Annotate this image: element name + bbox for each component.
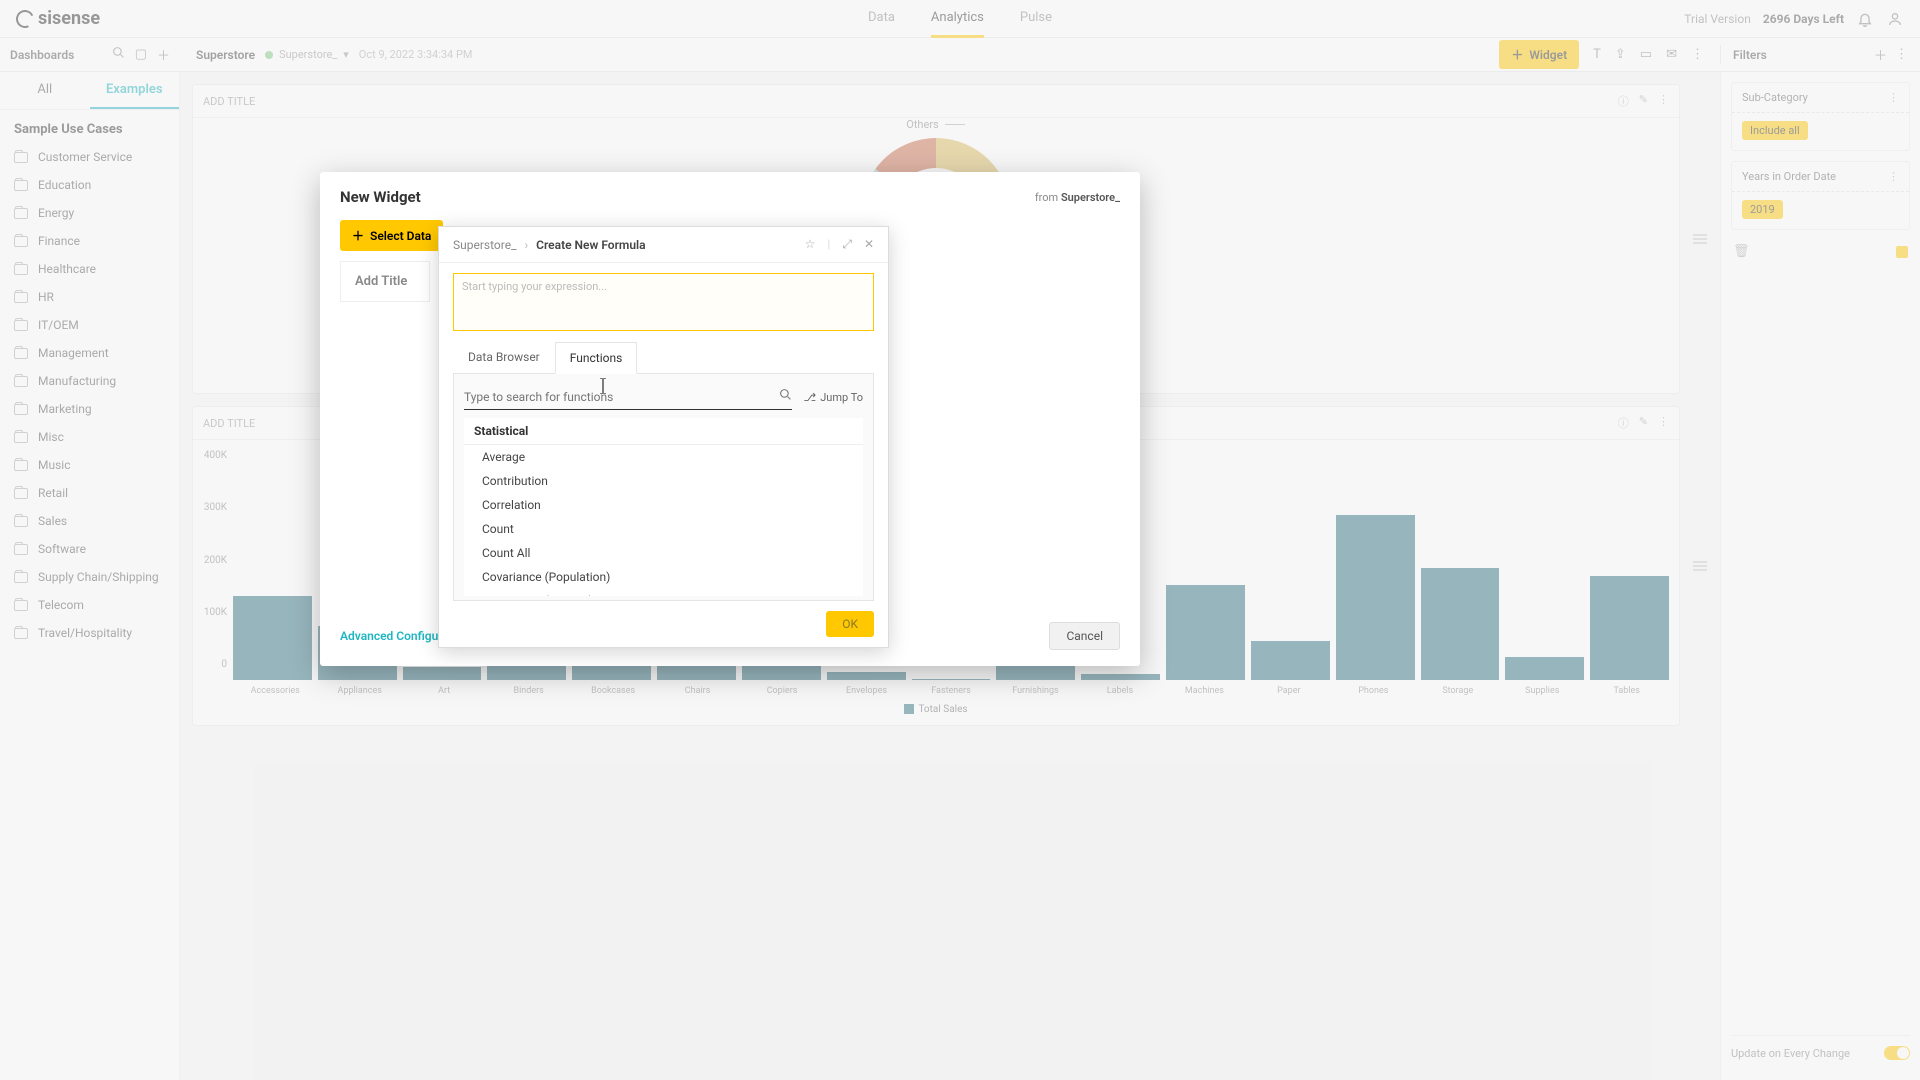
select-data-label: Select Data	[370, 229, 431, 243]
jump-to-button[interactable]: ⎇Jump To	[804, 391, 863, 404]
search-icon	[779, 388, 792, 405]
function-item[interactable]: Correlation	[464, 493, 863, 517]
expand-icon[interactable]: ⤢	[842, 237, 852, 252]
star-icon[interactable]: ☆	[805, 237, 816, 252]
chevron-right-icon: ›	[525, 238, 529, 252]
close-icon[interactable]: ✕	[864, 237, 874, 252]
function-search[interactable]	[464, 384, 792, 410]
text-cursor	[598, 378, 600, 392]
widget-title-input[interactable]: Add Title	[340, 261, 430, 302]
function-category: Statistical	[464, 418, 863, 445]
function-item[interactable]: Count All	[464, 541, 863, 565]
plus-icon: ＋	[352, 227, 364, 244]
modal-title: New Widget	[340, 188, 421, 206]
breadcrumb-current: Create New Formula	[536, 238, 645, 252]
function-item[interactable]: Covariance (Sample)	[464, 589, 863, 596]
expression-input[interactable]: Start typing your expression...	[453, 273, 874, 331]
formula-editor: Superstore_ › Create New Formula ☆ | ⤢ ✕…	[438, 226, 889, 648]
function-list: Statistical AverageContributionCorrelati…	[464, 418, 863, 596]
ok-button[interactable]: OK	[826, 611, 874, 637]
select-data-button[interactable]: ＋ Select Data	[340, 220, 443, 251]
modal-source: Superstore_	[1061, 191, 1120, 204]
function-item[interactable]: Average	[464, 445, 863, 469]
breadcrumb[interactable]: Superstore_	[453, 238, 517, 252]
cancel-button[interactable]: Cancel	[1049, 622, 1120, 650]
function-item[interactable]: Contribution	[464, 469, 863, 493]
tab-data-browser[interactable]: Data Browser	[453, 341, 555, 373]
anchor-icon: ⎇	[804, 391, 817, 404]
function-item[interactable]: Covariance (Population)	[464, 565, 863, 589]
function-item[interactable]: Count	[464, 517, 863, 541]
search-input[interactable]	[464, 390, 779, 404]
advanced-config-link[interactable]: Advanced Configur	[340, 629, 443, 643]
tab-functions[interactable]: Functions	[555, 342, 638, 374]
